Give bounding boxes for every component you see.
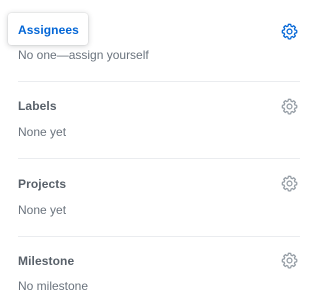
labels-heading-wrap[interactable]: Labels xyxy=(18,96,57,116)
milestone-heading[interactable]: Milestone xyxy=(18,254,74,268)
gear-icon[interactable] xyxy=(281,23,298,40)
assignees-gear-icon xyxy=(281,23,298,40)
labels-value: None yet xyxy=(18,125,67,139)
divider xyxy=(18,158,300,159)
assignees-value[interactable]: No one—assign yourself xyxy=(18,48,149,62)
assignees-heading-wrap[interactable]: Assignees xyxy=(18,20,79,40)
milestone-value: No milestone xyxy=(18,279,89,293)
issue-sidebar: Assignees No one—assign yourself Labels … xyxy=(0,0,320,298)
gear-icon[interactable] xyxy=(281,252,298,269)
divider xyxy=(18,81,300,82)
assignees-heading[interactable]: Assignees xyxy=(18,23,79,37)
labels-heading[interactable]: Labels xyxy=(18,99,57,113)
divider xyxy=(18,236,300,237)
labels-gear-icon xyxy=(281,98,298,115)
milestone-heading-wrap[interactable]: Milestone xyxy=(18,251,74,271)
projects-heading-wrap[interactable]: Projects xyxy=(18,174,66,194)
projects-heading[interactable]: Projects xyxy=(18,177,66,191)
gear-icon[interactable] xyxy=(281,175,298,192)
gear-icon[interactable] xyxy=(281,98,298,115)
projects-gear-icon xyxy=(281,175,298,192)
projects-value: None yet xyxy=(18,203,67,217)
milestone-gear-icon xyxy=(281,252,298,269)
